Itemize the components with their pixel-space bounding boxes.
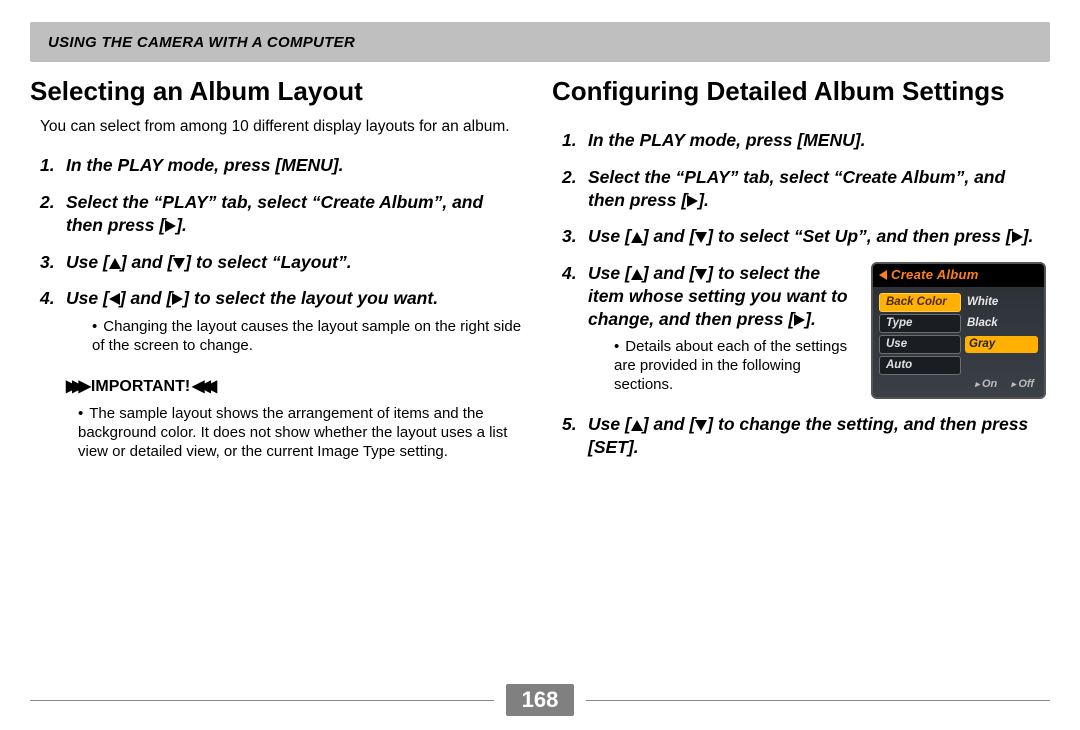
left-intro: You can select from among 10 different d…	[30, 117, 524, 136]
step-text: Use [] and [] to select the item whose s…	[588, 263, 848, 329]
triangle-left-icon	[109, 293, 120, 305]
left-column: Selecting an Album Layout You can select…	[30, 76, 524, 472]
step-item: 1.In the PLAY mode, press [MENU].	[40, 154, 524, 177]
lcd-right-cell: Black	[965, 316, 1038, 331]
lcd-title: Create Album	[873, 264, 1044, 287]
step-number: 4.	[562, 262, 588, 399]
chevron-left-icon: ◀◀◀	[192, 378, 211, 395]
lcd-left-cell: Back Color	[879, 293, 961, 312]
lcd-onoff-row: OnOff	[873, 375, 1044, 391]
step-number: 1.	[562, 129, 588, 152]
step-item: 2.Select the “PLAY” tab, select “Create …	[40, 191, 524, 237]
lcd-row: Back Color White	[873, 291, 1044, 312]
step-number: 2.	[40, 191, 66, 237]
page-number: 168	[506, 684, 575, 716]
step-number: 3.	[40, 251, 66, 274]
lcd-screenshot: Create Album Back Color White Type Black…	[871, 262, 1046, 399]
lcd-left-cell: Use	[879, 335, 961, 354]
important-text: The sample layout shows the arrangement …	[78, 404, 524, 462]
step-text: Use [] and [] to change the setting, and…	[588, 414, 1028, 457]
step-text: Select the “PLAY” tab, select “Create Al…	[588, 167, 1005, 210]
triangle-right-icon	[1012, 231, 1023, 243]
triangle-down-icon	[173, 258, 185, 269]
triangle-right-icon	[172, 293, 183, 305]
important-heading: ▶▶▶IMPORTANT!◀◀◀	[66, 376, 524, 396]
triangle-up-icon	[631, 420, 643, 431]
lcd-row: Use Gray	[873, 333, 1044, 354]
step-sub: Changing the layout causes the layout sa…	[66, 318, 524, 356]
triangle-right-icon	[794, 314, 805, 326]
step-text: Use [] and [] to select “Set Up”, and th…	[588, 226, 1033, 246]
step-text: In the PLAY mode, press [MENU].	[588, 130, 865, 150]
step-number: 2.	[562, 166, 588, 212]
right-column: Configuring Detailed Album Settings 1.In…	[552, 76, 1046, 472]
step-text: Use [] and [] to select “Layout”.	[66, 252, 352, 272]
triangle-left-icon	[879, 270, 887, 280]
triangle-down-icon	[695, 420, 707, 431]
lcd-row: Auto	[873, 354, 1044, 375]
footer-rule-left	[30, 700, 494, 701]
left-steps-list: 1.In the PLAY mode, press [MENU].2.Selec…	[30, 154, 524, 355]
chevron-right-icon: ▶▶▶	[66, 378, 85, 395]
step-text: Use [] and [] to select the layout you w…	[66, 288, 438, 308]
important-list: The sample layout shows the arrangement …	[66, 404, 524, 462]
step-item: 4.Use [] and [] to select the layout you…	[40, 287, 524, 355]
lcd-right-cell: Gray	[965, 336, 1038, 353]
triangle-up-icon	[631, 269, 643, 280]
step-item: 3.Use [] and [] to select “Set Up”, and …	[562, 225, 1046, 248]
step-sub: Details about each of the settings are p…	[588, 338, 859, 394]
lcd-row: Type Black	[873, 312, 1044, 333]
triangle-up-icon	[109, 258, 121, 269]
triangle-down-icon	[695, 269, 707, 280]
step-number: 4.	[40, 287, 66, 355]
right-steps-list: 1.In the PLAY mode, press [MENU].2.Selec…	[552, 129, 1046, 458]
right-title: Configuring Detailed Album Settings	[552, 76, 1046, 107]
section-header: USING THE CAMERA WITH A COMPUTER	[30, 22, 1050, 62]
left-title: Selecting an Album Layout	[30, 76, 524, 107]
triangle-up-icon	[631, 232, 643, 243]
step-item: 5.Use [] and [] to change the setting, a…	[562, 413, 1046, 459]
triangle-right-icon	[165, 220, 176, 232]
section-header-text: USING THE CAMERA WITH A COMPUTER	[48, 34, 355, 51]
step-item: 3.Use [] and [] to select “Layout”.	[40, 251, 524, 274]
step-item: 2.Select the “PLAY” tab, select “Create …	[562, 166, 1046, 212]
lcd-right-cell: White	[965, 295, 1038, 310]
important-block: ▶▶▶IMPORTANT!◀◀◀ The sample layout shows…	[30, 376, 524, 462]
two-column-layout: Selecting an Album Layout You can select…	[30, 76, 1050, 472]
footer-rule-right	[586, 700, 1050, 701]
triangle-right-icon	[687, 195, 698, 207]
step-text: Select the “PLAY” tab, select “Create Al…	[66, 192, 483, 235]
step-text: In the PLAY mode, press [MENU].	[66, 155, 343, 175]
step-number: 1.	[40, 154, 66, 177]
step-item: 4.Use [] and [] to select the item whose…	[562, 262, 1046, 399]
step-number: 3.	[562, 225, 588, 248]
step-number: 5.	[562, 413, 588, 459]
triangle-down-icon	[695, 232, 707, 243]
lcd-left-cell: Type	[879, 314, 961, 333]
page-footer: 168	[30, 684, 1050, 716]
lcd-left-cell: Auto	[879, 356, 961, 375]
step-item: 1.In the PLAY mode, press [MENU].	[562, 129, 1046, 152]
